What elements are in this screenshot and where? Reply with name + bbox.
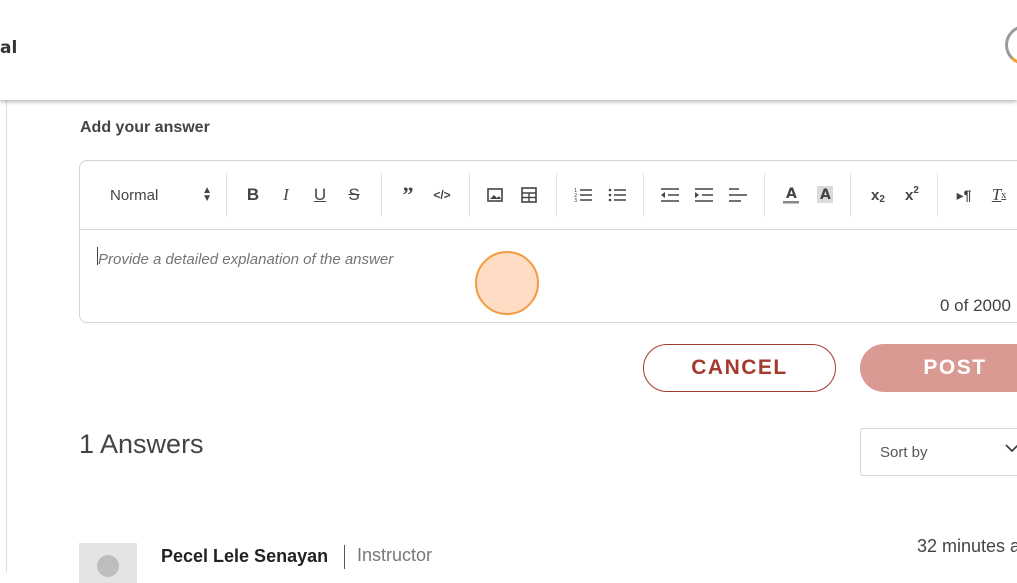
toolbar-separator	[469, 173, 470, 217]
format-select[interactable]: Normal ▲ ▼	[98, 183, 218, 207]
character-counter: 0 of 2000	[940, 296, 1011, 315]
clear-format-icon[interactable]: Tx	[988, 183, 1010, 207]
user-placeholder-icon	[97, 555, 119, 577]
post-button[interactable]: POST	[860, 344, 1017, 392]
editor-toolbar: Normal ▲ ▼ B I U S ” </> 123 A A x 2 x 2…	[80, 161, 1017, 230]
text-color-icon[interactable]: A	[780, 183, 802, 207]
left-divider	[6, 100, 7, 572]
toolbar-separator	[764, 173, 765, 217]
top-header: al	[0, 0, 1017, 100]
superscript-icon[interactable]: x2	[900, 183, 924, 207]
toolbar-separator	[937, 173, 938, 217]
click-indicator	[475, 251, 539, 315]
toolbar-separator	[850, 173, 851, 217]
chevron-down-icon	[1005, 443, 1017, 453]
answers-count-heading: 1 Answers	[79, 429, 204, 459]
bullet-list-icon[interactable]	[606, 183, 628, 207]
toolbar-separator	[226, 173, 227, 217]
format-select-label: Normal	[110, 186, 159, 204]
answer-author-role: Instructor	[357, 545, 433, 565]
subscript-icon[interactable]: x2	[866, 183, 890, 207]
user-avatar[interactable]	[1005, 25, 1017, 65]
answer-editor: Normal ▲ ▼ B I U S ” </> 123 A A x 2 x 2…	[79, 160, 1017, 323]
code-icon[interactable]: </>	[431, 183, 453, 207]
toolbar-separator	[556, 173, 557, 217]
answer-author[interactable]: Pecel Lele Senayan	[161, 546, 328, 567]
bold-icon[interactable]: B	[242, 183, 264, 207]
align-icon[interactable]	[727, 183, 749, 207]
answer-text-field[interactable]	[96, 243, 1000, 275]
text-caret	[97, 247, 98, 265]
toolbar-separator	[381, 173, 382, 217]
outdent-icon[interactable]	[659, 183, 681, 207]
toolbar-separator	[643, 173, 644, 217]
text-direction-icon[interactable]: ▸¶	[953, 183, 975, 207]
indent-icon[interactable]	[693, 183, 715, 207]
author-role-divider	[344, 545, 345, 569]
avatar	[79, 543, 137, 583]
svg-text:A: A	[786, 186, 797, 202]
select-arrows-icon: ▲ ▼	[202, 185, 212, 204]
sort-by-select[interactable]: Sort by	[860, 428, 1017, 476]
image-icon[interactable]	[485, 183, 505, 207]
underline-icon[interactable]: U	[309, 183, 331, 207]
cancel-button[interactable]: CANCEL	[643, 344, 836, 392]
strikethrough-icon[interactable]: S	[344, 183, 364, 207]
highlight-icon[interactable]: A	[814, 183, 836, 207]
answer-timestamp: 32 minutes ago	[917, 536, 1017, 556]
table-icon[interactable]	[519, 183, 539, 207]
svg-text:3: 3	[574, 198, 577, 203]
ordered-list-icon[interactable]: 123	[572, 183, 594, 207]
brand-title[interactable]: al	[0, 38, 17, 58]
svg-text:A: A	[820, 187, 831, 203]
add-answer-title: Add your answer	[80, 119, 210, 136]
italic-icon[interactable]: I	[276, 183, 296, 207]
sort-by-label: Sort by	[880, 443, 928, 461]
blockquote-icon[interactable]: ”	[397, 182, 419, 207]
